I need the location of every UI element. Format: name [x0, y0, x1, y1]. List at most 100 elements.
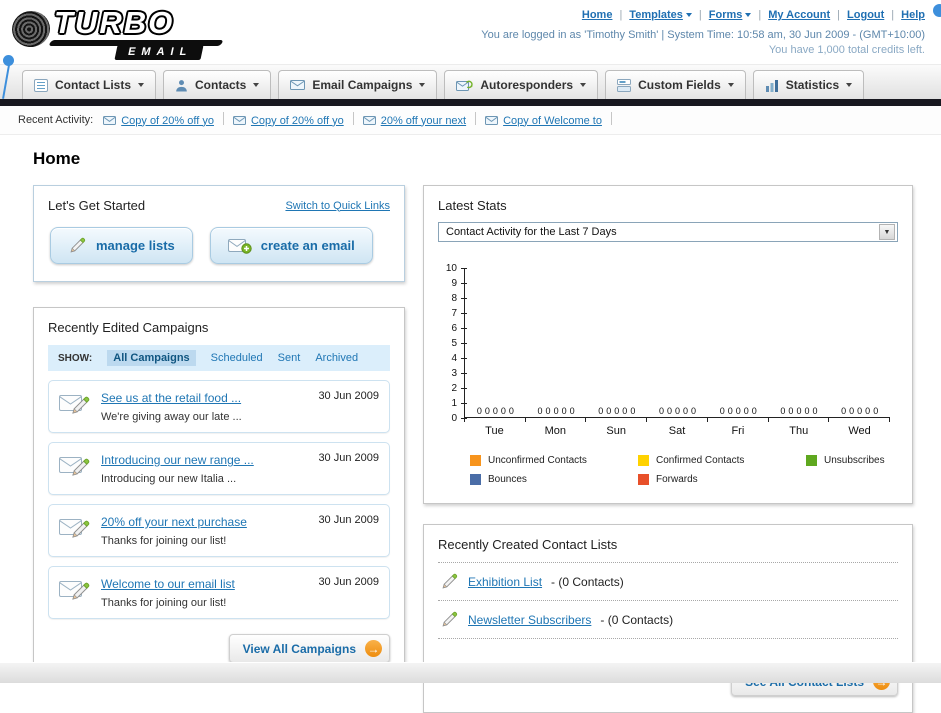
campaign-row: Welcome to our email list Thanks for join… — [48, 566, 390, 619]
chevron-down-icon — [138, 83, 145, 87]
envelope-icon — [232, 116, 246, 125]
envelope-icon — [362, 116, 376, 125]
bar-value-label: 0 — [683, 406, 689, 416]
recent-activity-item: 20% off your next — [362, 115, 466, 127]
contact-list-link[interactable]: Newsletter Subscribers — [468, 613, 591, 627]
statistics-icon — [765, 79, 779, 92]
filter-all-campaigns[interactable]: All Campaigns — [107, 350, 196, 366]
recent-campaigns-panel: Recently Edited Campaigns SHOW: All Camp… — [33, 307, 405, 678]
bar-value-label: 0 — [666, 406, 672, 416]
envelope-plus-icon — [227, 238, 252, 254]
axis-tick — [464, 418, 526, 422]
top-nav-templates[interactable]: Templates — [629, 9, 692, 21]
separator — [222, 112, 224, 125]
axis-tick — [461, 388, 467, 389]
pencil-icon — [68, 236, 87, 255]
y-axis-label: 4 — [451, 353, 457, 364]
bar-value-label: 0 — [812, 406, 818, 416]
contact-list-row: Exhibition List - (0 Contacts) — [438, 563, 898, 601]
bar-value-label: 0 — [658, 406, 664, 416]
bar-group-mon: 00000 — [526, 406, 587, 417]
switch-quick-links-link[interactable]: Switch to Quick Links — [285, 200, 390, 212]
separator: | — [698, 9, 702, 21]
tab-autoresponders[interactable]: Autoresponders — [444, 70, 599, 99]
separator: | — [837, 9, 841, 21]
logo-spiral-icon — [8, 7, 54, 51]
tab-email-campaigns[interactable]: Email Campaigns — [278, 70, 438, 99]
top-nav-forms[interactable]: Forms — [709, 9, 752, 21]
bar-value-label: 0 — [484, 406, 490, 416]
y-axis-label: 10 — [445, 263, 457, 274]
recent-activity-link[interactable]: Copy of Welcome to — [503, 115, 602, 127]
tab-contacts[interactable]: Contacts — [163, 70, 272, 99]
top-nav-logout[interactable]: Logout — [847, 9, 884, 21]
footer — [0, 662, 941, 683]
filter-scheduled[interactable]: Scheduled — [211, 352, 263, 364]
top-nav-home[interactable]: Home — [582, 9, 613, 21]
separator — [352, 112, 354, 125]
campaign-date: 30 Jun 2009 — [318, 390, 379, 402]
bar-value-label: 0 — [508, 406, 514, 416]
campaign-title-link[interactable]: Welcome to our email list — [101, 577, 235, 591]
recent-activity-link[interactable]: Copy of 20% off yo — [251, 115, 344, 127]
axis-tick — [461, 313, 467, 314]
chevron-down-icon — [253, 83, 260, 87]
view-all-campaigns-button[interactable]: View All Campaigns → — [228, 634, 390, 663]
tab-contact-lists[interactable]: Contact Lists — [22, 70, 157, 99]
y-axis-label: 9 — [451, 278, 457, 289]
stats-range-value: Contact Activity for the Last 7 Days — [446, 226, 617, 238]
campaign-title-link[interactable]: See us at the retail food ... — [101, 391, 241, 405]
contact-list-link[interactable]: Exhibition List — [468, 575, 542, 589]
x-axis-label: Thu — [789, 425, 809, 437]
stats-range-select[interactable]: Contact Activity for the Last 7 Days ▼ — [438, 222, 898, 242]
recent-activity-item: Copy of 20% off yo — [103, 115, 214, 127]
filter-archived[interactable]: Archived — [315, 352, 358, 364]
session-info: You are logged in as 'Timothy Smith' | S… — [481, 29, 925, 41]
campaign-date: 30 Jun 2009 — [318, 514, 379, 526]
pencil-icon — [440, 572, 459, 591]
recent-activity-link[interactable]: 20% off your next — [381, 115, 466, 127]
campaign-title-link[interactable]: Introducing our new range ... — [101, 453, 254, 467]
main-content: Home Let's Get Started Switch to Quick L… — [0, 135, 941, 713]
create-email-button[interactable]: create an email — [209, 227, 373, 264]
campaign-title-link[interactable]: 20% off your next purchase — [101, 515, 247, 529]
x-axis-label: Mon — [544, 425, 566, 437]
axis-tick — [461, 343, 467, 344]
bar-value-label: 0 — [780, 406, 786, 416]
envelope-icon — [103, 116, 117, 125]
envelope-icon — [485, 116, 499, 125]
tab-custom-fields[interactable]: Custom Fields — [605, 70, 746, 99]
nav-divider-bar — [0, 99, 941, 106]
header-right: Home | Templates | Forms | My Account | Logout | H… — [481, 5, 925, 56]
separator: | — [758, 9, 762, 21]
credits-info: You have 1,000 total credits left. — [768, 44, 925, 56]
bar-value-label: 0 — [545, 406, 551, 416]
recent-activity-link[interactable]: Copy of 20% off yo — [121, 115, 214, 127]
tab-label: Contact Lists — [55, 78, 132, 92]
filter-sent[interactable]: Sent — [278, 352, 301, 364]
chevron-down-icon — [580, 83, 587, 87]
top-nav-my-account[interactable]: My Account — [768, 9, 830, 21]
bar-value-label: 0 — [735, 406, 741, 416]
tab-label: Autoresponders — [480, 78, 574, 92]
top-nav-help[interactable]: Help — [901, 9, 925, 21]
campaign-subtitle: Introducing our new Italia ... — [101, 473, 237, 485]
bar-value-label: 0 — [622, 406, 628, 416]
campaign-date: 30 Jun 2009 — [318, 452, 379, 464]
manage-lists-button[interactable]: manage lists — [50, 227, 193, 264]
tab-label: Statistics — [785, 78, 840, 92]
x-axis-label: Wed — [848, 425, 871, 437]
recent-contact-lists-title: Recently Created Contact Lists — [438, 537, 618, 552]
axis-tick — [461, 373, 467, 374]
bar-group-fri: 00000 — [708, 406, 769, 417]
bar-value-label: 0 — [492, 406, 498, 416]
tab-statistics[interactable]: Statistics — [752, 70, 865, 99]
bar-group-thu: 00000 — [769, 406, 830, 417]
bar-value-label: 0 — [598, 406, 604, 416]
logo-secondary-text: EMAIL — [114, 45, 204, 60]
y-axis-label: 6 — [451, 323, 457, 334]
latest-stats-title: Latest Stats — [438, 198, 507, 213]
envelope-pencil-icon — [59, 514, 91, 541]
legend-swatch — [638, 474, 649, 485]
legend-swatch — [806, 455, 817, 466]
